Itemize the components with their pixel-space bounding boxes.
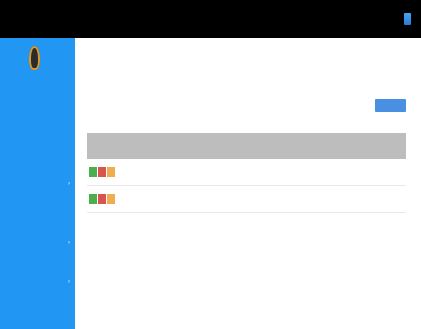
column-header-7[interactable] <box>262 133 286 159</box>
edit-button[interactable] <box>107 194 115 204</box>
table-cell <box>308 159 338 186</box>
column-header-9[interactable] <box>308 133 338 159</box>
row-actions <box>87 185 119 213</box>
view-button[interactable] <box>89 194 97 204</box>
delete-button[interactable] <box>98 194 106 204</box>
table-cell <box>262 185 286 213</box>
column-header-6[interactable] <box>237 133 262 159</box>
main-content <box>75 38 421 329</box>
chevron-right-icon: › <box>68 240 70 246</box>
sidebar-item-5[interactable] <box>8 200 72 210</box>
view-button[interactable] <box>89 167 97 177</box>
edit-button[interactable] <box>107 167 115 177</box>
sidebar-item-3[interactable] <box>8 161 72 171</box>
table-cell <box>286 185 308 213</box>
sidebar-item-8[interactable] <box>8 261 72 271</box>
table-cell <box>338 159 372 186</box>
table-cell <box>193 159 237 186</box>
table-cell <box>193 185 237 213</box>
sidebar-item-10[interactable] <box>8 295 72 305</box>
table-cell <box>262 159 286 186</box>
table-cell <box>237 185 262 213</box>
column-header-2[interactable] <box>119 133 133 159</box>
sidebar-item-6[interactable] <box>8 226 72 236</box>
top-bar <box>0 0 421 38</box>
table-header-row <box>87 133 406 159</box>
row-actions <box>87 159 119 186</box>
sidebar-item-2[interactable] <box>8 136 72 146</box>
table-cell <box>372 159 406 186</box>
table-cell <box>338 185 372 213</box>
logo[interactable] <box>29 46 40 70</box>
app-icon[interactable] <box>404 13 411 25</box>
add-button[interactable] <box>375 99 406 112</box>
table-cell <box>161 159 193 186</box>
table-cell <box>119 185 133 213</box>
page-subtitle <box>87 68 97 74</box>
actions-group <box>89 167 117 177</box>
sidebar-item-9[interactable]: › <box>8 277 72 287</box>
column-header-10[interactable] <box>338 133 372 159</box>
table-cell <box>286 159 308 186</box>
table-cell <box>119 159 133 186</box>
table-cell <box>133 159 161 186</box>
sidebar-item-1[interactable] <box>8 117 72 127</box>
table-cell <box>237 159 262 186</box>
column-header-actions[interactable] <box>87 133 119 159</box>
table-cell <box>133 185 161 213</box>
sidebar-item-7[interactable]: › <box>8 238 72 248</box>
chevron-right-icon: › <box>68 279 70 285</box>
column-header-11[interactable] <box>372 133 406 159</box>
table-row <box>87 185 406 213</box>
table-cell <box>161 185 193 213</box>
delete-button[interactable] <box>98 167 106 177</box>
data-table <box>87 133 406 253</box>
chevron-right-icon: › <box>68 181 70 187</box>
sidebar-item-4[interactable]: › <box>8 179 72 189</box>
table-cell <box>308 185 338 213</box>
right-edge <box>417 38 421 329</box>
column-header-8[interactable] <box>286 133 308 159</box>
table-cell <box>372 185 406 213</box>
sidebar: › › › <box>0 38 75 329</box>
table-row <box>87 159 406 186</box>
actions-group <box>89 194 117 204</box>
column-header-3[interactable] <box>133 133 161 159</box>
column-header-4[interactable] <box>161 133 193 159</box>
column-header-5[interactable] <box>193 133 237 159</box>
